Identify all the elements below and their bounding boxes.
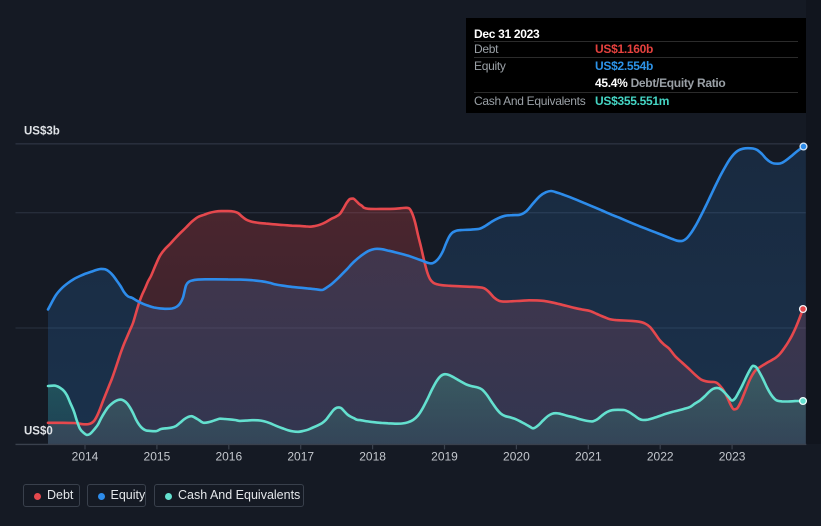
svg-text:2020: 2020 bbox=[503, 450, 530, 464]
svg-text:2015: 2015 bbox=[144, 450, 171, 464]
svg-text:2022: 2022 bbox=[647, 450, 674, 464]
svg-text:2017: 2017 bbox=[287, 450, 314, 464]
svg-text:2021: 2021 bbox=[575, 450, 602, 464]
svg-text:US$0: US$0 bbox=[24, 426, 53, 438]
svg-text:US$3b: US$3b bbox=[24, 126, 60, 138]
svg-text:2019: 2019 bbox=[431, 450, 458, 464]
svg-text:2018: 2018 bbox=[359, 450, 386, 464]
svg-text:2023: 2023 bbox=[719, 450, 746, 464]
svg-text:2016: 2016 bbox=[215, 450, 242, 464]
svg-text:2014: 2014 bbox=[72, 450, 99, 464]
